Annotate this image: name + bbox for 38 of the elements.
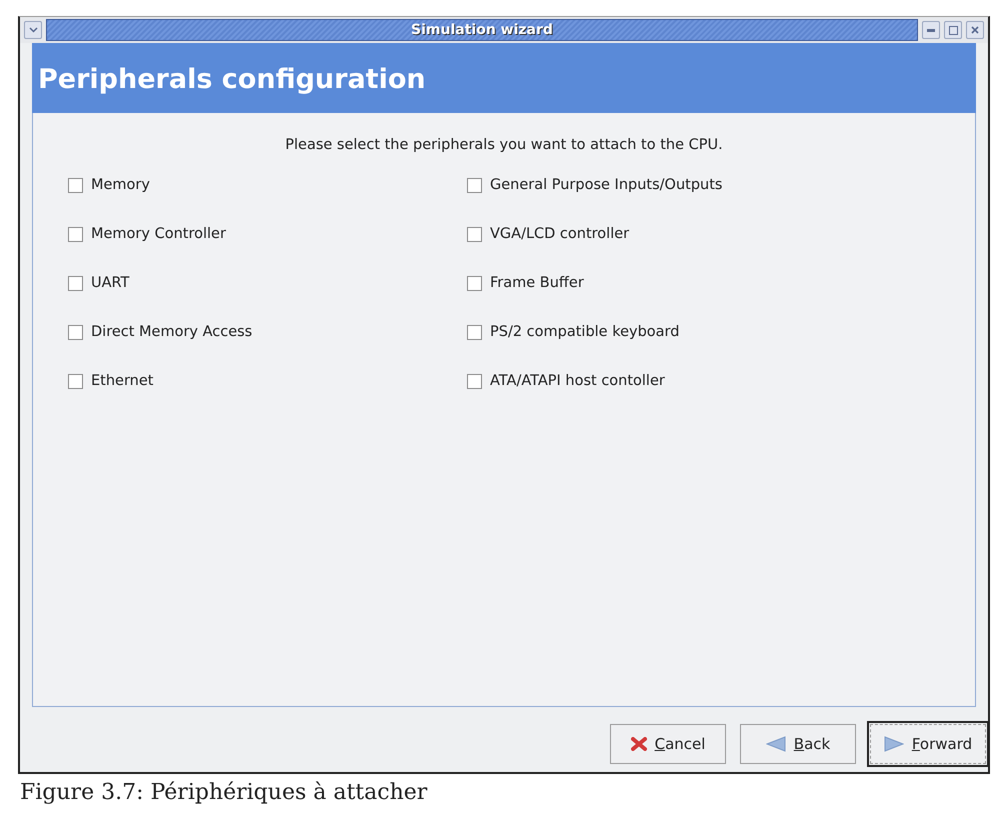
page-title: Peripherals configuration bbox=[38, 64, 426, 94]
cancel-button[interactable]: Cancel bbox=[610, 724, 726, 764]
checkbox-label: PS/2 compatible keyboard bbox=[490, 324, 680, 340]
checkbox[interactable] bbox=[467, 324, 482, 340]
checkbox-label: Frame Buffer bbox=[490, 275, 584, 291]
checkbox-label: Direct Memory Access bbox=[91, 324, 252, 340]
maximize-icon bbox=[948, 26, 958, 34]
checkbox[interactable] bbox=[467, 374, 482, 388]
checkbox[interactable] bbox=[68, 374, 83, 388]
checkbox-label: Memory Controller bbox=[91, 226, 226, 242]
checkbox[interactable] bbox=[467, 276, 482, 290]
window-menu-button[interactable] bbox=[24, 21, 42, 39]
forward-button[interactable]: Forward bbox=[870, 724, 986, 764]
close-icon bbox=[971, 26, 979, 34]
checkbox[interactable] bbox=[467, 178, 482, 192]
checkbox[interactable] bbox=[68, 226, 83, 242]
checkbox[interactable] bbox=[68, 324, 83, 340]
checkbox-label: Memory bbox=[91, 177, 150, 193]
checkbox-label: UART bbox=[91, 275, 130, 291]
right-triangle-icon bbox=[884, 736, 904, 752]
checkbox-label: VGA/LCD controller bbox=[490, 226, 630, 242]
chevron-down-icon bbox=[28, 27, 38, 33]
window-title: Simulation wizard bbox=[411, 22, 553, 38]
checkbox-label: Ethernet bbox=[91, 373, 154, 389]
checkbox[interactable] bbox=[68, 178, 83, 192]
left-triangle-icon bbox=[766, 736, 786, 752]
maximize-button[interactable] bbox=[944, 21, 962, 39]
back-button[interactable]: Back bbox=[740, 724, 856, 764]
close-button[interactable] bbox=[966, 21, 984, 39]
checkbox-label: ATA/ATAPI host contoller bbox=[490, 373, 665, 389]
cross-icon bbox=[630, 737, 647, 751]
minimize-icon bbox=[927, 28, 935, 32]
checkbox[interactable] bbox=[467, 226, 482, 242]
minimize-button[interactable] bbox=[922, 21, 940, 39]
checkbox[interactable] bbox=[68, 276, 83, 290]
instruction-text: Please select the peripherals you want to attach to the CPU. bbox=[284, 137, 724, 153]
figure-caption: Figure 3.7: Périphériques à attacher bbox=[20, 780, 428, 805]
checkbox-label: General Purpose Inputs/Outputs bbox=[490, 177, 722, 193]
